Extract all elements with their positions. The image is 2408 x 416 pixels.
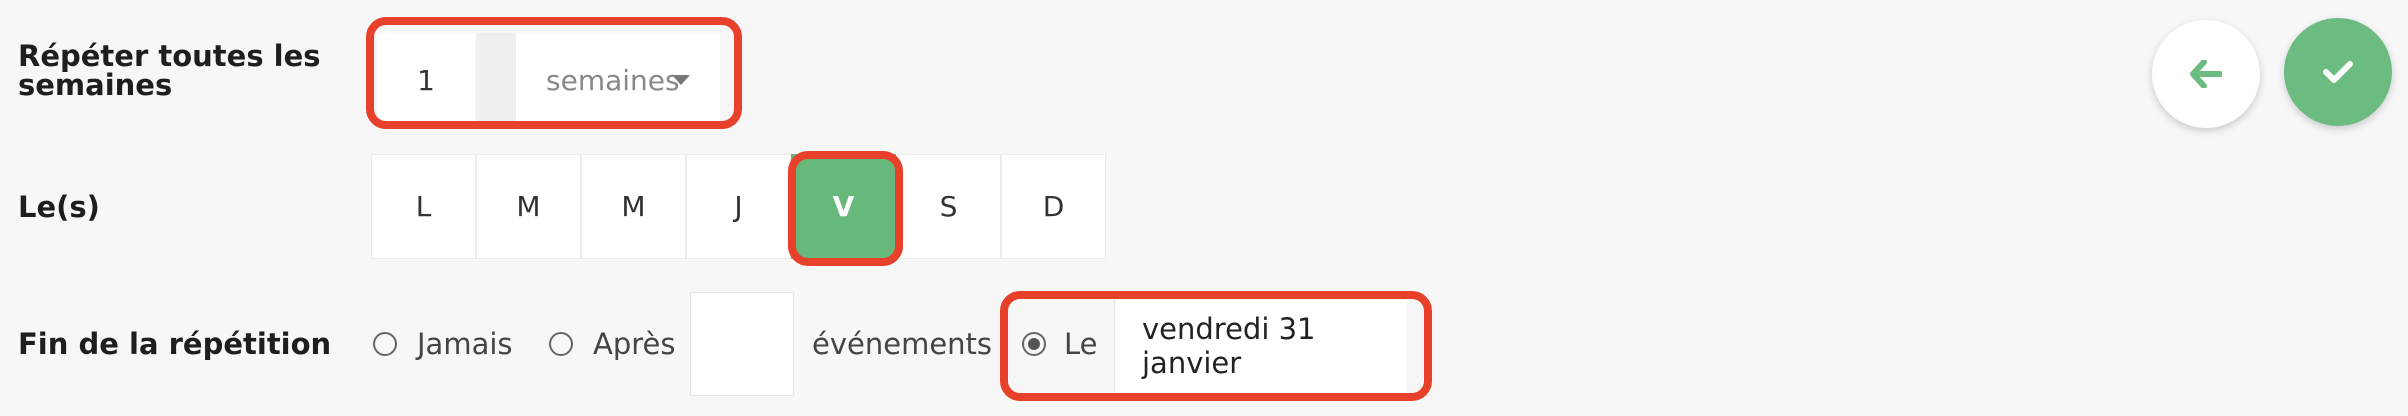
repeat-label-text: Répéter toutes les semaines <box>18 39 321 102</box>
repeat-label: Répéter toutes les semaines <box>18 42 338 100</box>
check-icon <box>2323 61 2353 83</box>
events-count-input[interactable] <box>690 292 794 396</box>
radio-never[interactable] <box>373 332 397 356</box>
highlight-friday <box>788 151 903 266</box>
day-letter: M <box>621 190 646 223</box>
end-label-text: Fin de la répétition <box>18 327 332 361</box>
end-label: Fin de la répétition <box>18 330 331 359</box>
back-button[interactable] <box>2152 20 2260 128</box>
after-label: Après <box>593 327 676 361</box>
day-letter: D <box>1042 190 1065 223</box>
day-saturday[interactable]: S <box>896 154 1001 259</box>
day-thursday[interactable]: J <box>686 154 791 259</box>
highlight-end-date <box>1000 291 1432 401</box>
confirm-button[interactable] <box>2284 18 2392 126</box>
days-label-text: Le(s) <box>18 190 100 224</box>
day-letter: M <box>516 190 541 223</box>
never-label: Jamais <box>417 327 513 361</box>
day-wednesday[interactable]: M <box>581 154 686 259</box>
highlight-interval <box>366 17 742 129</box>
days-label: Le(s) <box>18 193 100 222</box>
arrow-left-icon <box>2190 60 2222 88</box>
day-letter: J <box>734 190 743 223</box>
day-sunday[interactable]: D <box>1001 154 1106 259</box>
day-selector: L M M J V S D <box>371 154 1106 259</box>
day-letter: S <box>939 190 958 223</box>
day-tuesday[interactable]: M <box>476 154 581 259</box>
day-letter: L <box>415 190 432 223</box>
radio-after[interactable] <box>549 332 573 356</box>
events-label: événements <box>812 327 993 361</box>
day-monday[interactable]: L <box>371 154 476 259</box>
